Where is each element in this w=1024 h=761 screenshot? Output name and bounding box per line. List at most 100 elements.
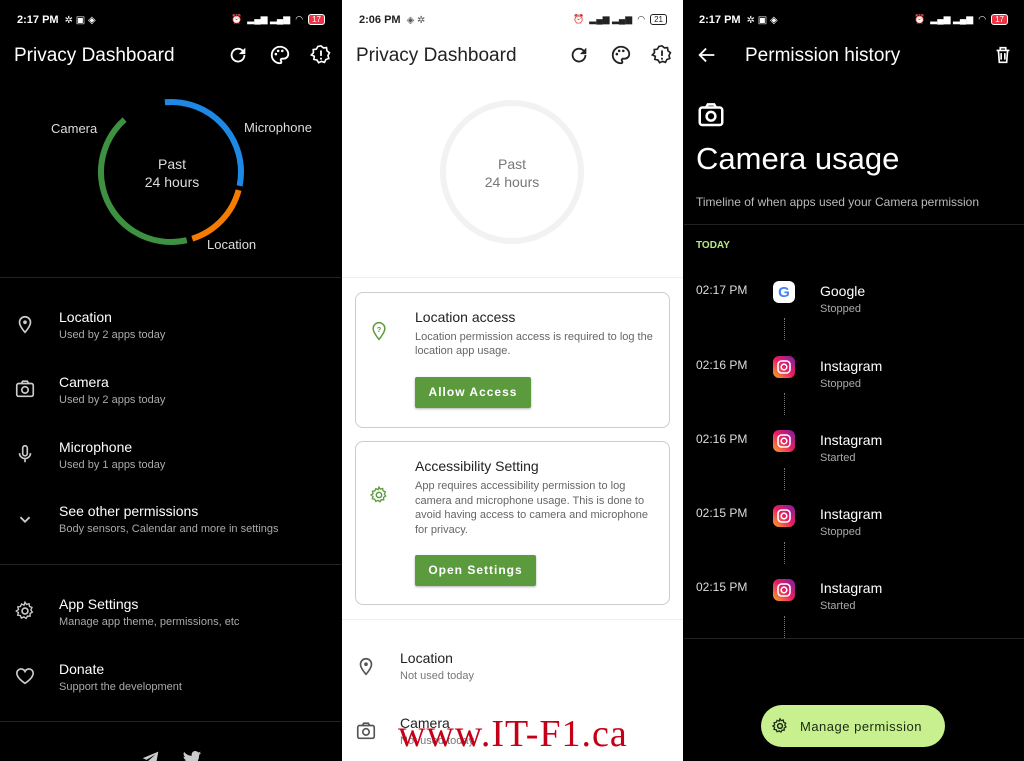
divider xyxy=(342,619,683,620)
item-subtitle: Support the development xyxy=(59,681,182,693)
card-body: Location permission access is required t… xyxy=(415,331,653,357)
refresh-icon[interactable] xyxy=(227,44,249,66)
card-title: Location access xyxy=(415,309,516,325)
location-access-card: ? Location access Location permission ac… xyxy=(355,292,670,428)
chart-label-location: Location xyxy=(207,237,257,252)
feedback-icon[interactable] xyxy=(310,44,332,66)
item-title: Camera xyxy=(59,374,109,390)
entry-state: Stopped xyxy=(820,378,861,390)
accessibility-setting-card: Accessibility Setting App requires acces… xyxy=(355,441,670,605)
timeline-entry[interactable]: 02:15 PM Instagram Stopped xyxy=(684,503,1024,564)
divider xyxy=(684,638,1024,639)
svg-text:G: G xyxy=(778,284,790,301)
twitter-icon[interactable] xyxy=(181,748,203,761)
chart-label-microphone: Microphone xyxy=(244,120,312,135)
telegram-icon[interactable] xyxy=(140,748,162,761)
google-app-icon: G xyxy=(773,281,795,303)
refresh-icon[interactable] xyxy=(568,44,590,66)
usage-heading: Camera usage xyxy=(696,141,900,176)
dashboard-light-panel: 2:06 PM ◈ ✲ ⏰ ▂▄▆ ▂▄▆ ◠ 21 Privacy Dashb… xyxy=(342,0,683,761)
item-subtitle: Body sensors, Calendar and more in setti… xyxy=(59,523,279,535)
card-title: Accessibility Setting xyxy=(415,458,539,474)
item-title: Donate xyxy=(59,661,105,677)
status-bar: 2:06 PM ◈ ✲ xyxy=(359,14,425,26)
wifi-icon: ◠ xyxy=(978,14,987,24)
alarm-icon: ⏰ xyxy=(914,14,926,24)
notification-icons: ✲ ▣ ◈ xyxy=(64,14,96,26)
chart-center-line1: Past xyxy=(497,156,526,172)
page-title: Permission history xyxy=(745,45,901,66)
notification-icons: ◈ ✲ xyxy=(406,14,426,26)
palette-icon[interactable] xyxy=(269,44,291,66)
chart-center-line1: Past xyxy=(157,156,186,172)
entry-app: Instagram xyxy=(820,506,883,522)
permission-item-microphone[interactable]: Microphone Used by 1 apps today xyxy=(0,428,341,480)
divider xyxy=(0,564,341,565)
back-arrow-icon[interactable] xyxy=(696,44,718,66)
permission-item-location[interactable]: Location Used by 2 apps today xyxy=(0,298,341,350)
watermark-text: www.IT-F1.ca xyxy=(398,713,628,755)
svg-text:?: ? xyxy=(377,325,382,334)
entry-state: Stopped xyxy=(820,526,861,538)
entry-app: Instagram xyxy=(820,358,883,374)
timeline-entry[interactable]: 02:16 PM Instagram Started xyxy=(684,428,1024,490)
signal-icon: ▂▄▆ ▂▄▆ xyxy=(930,14,974,24)
page-title: Privacy Dashboard xyxy=(14,45,175,66)
status-indicators: ⏰ ▂▄▆ ▂▄▆ ◠ 17 xyxy=(231,14,325,25)
instagram-app-icon xyxy=(773,430,795,452)
instagram-app-icon xyxy=(773,505,795,527)
camera-icon xyxy=(356,722,376,740)
notification-icons: ✲ ▣ ◈ xyxy=(746,14,778,26)
camera-icon xyxy=(698,103,724,127)
allow-access-button[interactable]: Allow Access xyxy=(415,377,531,408)
entry-state: Stopped xyxy=(820,303,861,315)
manage-permission-button[interactable]: Manage permission xyxy=(761,705,945,747)
location-pin-icon xyxy=(359,657,373,676)
permission-item-other[interactable]: See other permissions Body sensors, Cale… xyxy=(0,493,341,545)
divider xyxy=(0,277,341,278)
wifi-icon: ◠ xyxy=(295,14,304,24)
item-subtitle: Used by 2 apps today xyxy=(59,329,166,341)
status-bar: 2:17 PM ✲ ▣ ◈ xyxy=(699,14,778,26)
item-title: See other permissions xyxy=(59,503,199,519)
feedback-icon[interactable] xyxy=(651,44,673,66)
trash-icon[interactable] xyxy=(992,44,1014,66)
timeline-entry[interactable]: 02:15 PM Instagram Started xyxy=(684,578,1024,638)
entry-app: Instagram xyxy=(820,580,883,596)
permission-item-location[interactable]: Location Not used today xyxy=(342,640,683,692)
manage-permission-label: Manage permission xyxy=(800,719,922,734)
wifi-icon: ◠ xyxy=(637,14,646,24)
app-settings-item[interactable]: App Settings Manage app theme, permissio… xyxy=(0,586,341,638)
gear-icon xyxy=(771,717,787,733)
chart-label-camera: Camera xyxy=(51,121,98,136)
status-time: 2:06 PM xyxy=(359,14,401,26)
status-time: 2:17 PM xyxy=(17,14,59,26)
entry-state: Started xyxy=(820,600,856,612)
timeline-connector xyxy=(784,616,785,638)
divider xyxy=(0,721,341,722)
open-settings-button[interactable]: Open Settings xyxy=(415,555,536,586)
timeline-entry[interactable]: 02:17 PM G Google Stopped xyxy=(684,278,1024,340)
timeline-connector xyxy=(784,468,785,490)
permission-history-panel: 2:17 PM ✲ ▣ ◈ ⏰ ▂▄▆ ▂▄▆ ◠ 17 Permission … xyxy=(684,0,1024,761)
chart-center-label: Past 24 hours xyxy=(452,155,572,191)
item-title: Microphone xyxy=(59,439,133,455)
permission-item-camera[interactable]: Camera Used by 2 apps today xyxy=(0,363,341,415)
entry-time: 02:16 PM xyxy=(696,358,748,372)
dashboard-dark-panel: 2:17 PM ✲ ▣ ◈ ⏰ ▂▄▆ ▂▄▆ ◠ 17 Privacy Das… xyxy=(0,0,341,761)
chart-center-line2: 24 hours xyxy=(144,174,200,190)
usage-subtitle: Timeline of when apps used your Camera p… xyxy=(696,195,980,209)
page-title: Privacy Dashboard xyxy=(356,45,517,66)
entry-app: Google xyxy=(820,283,866,299)
instagram-app-icon xyxy=(773,356,795,378)
palette-icon[interactable] xyxy=(610,44,632,66)
location-help-icon: ? xyxy=(372,321,386,341)
card-body: App requires accessibility permission to… xyxy=(415,480,648,536)
gear-icon xyxy=(15,600,34,620)
divider xyxy=(342,277,683,278)
donate-item[interactable]: Donate Support the development xyxy=(0,651,341,703)
item-subtitle: Manage app theme, permissions, etc xyxy=(59,616,240,628)
battery-indicator: 17 xyxy=(991,14,1008,25)
timeline-entry[interactable]: 02:16 PM Instagram Stopped xyxy=(684,353,1024,415)
timeline-connector xyxy=(784,318,785,340)
